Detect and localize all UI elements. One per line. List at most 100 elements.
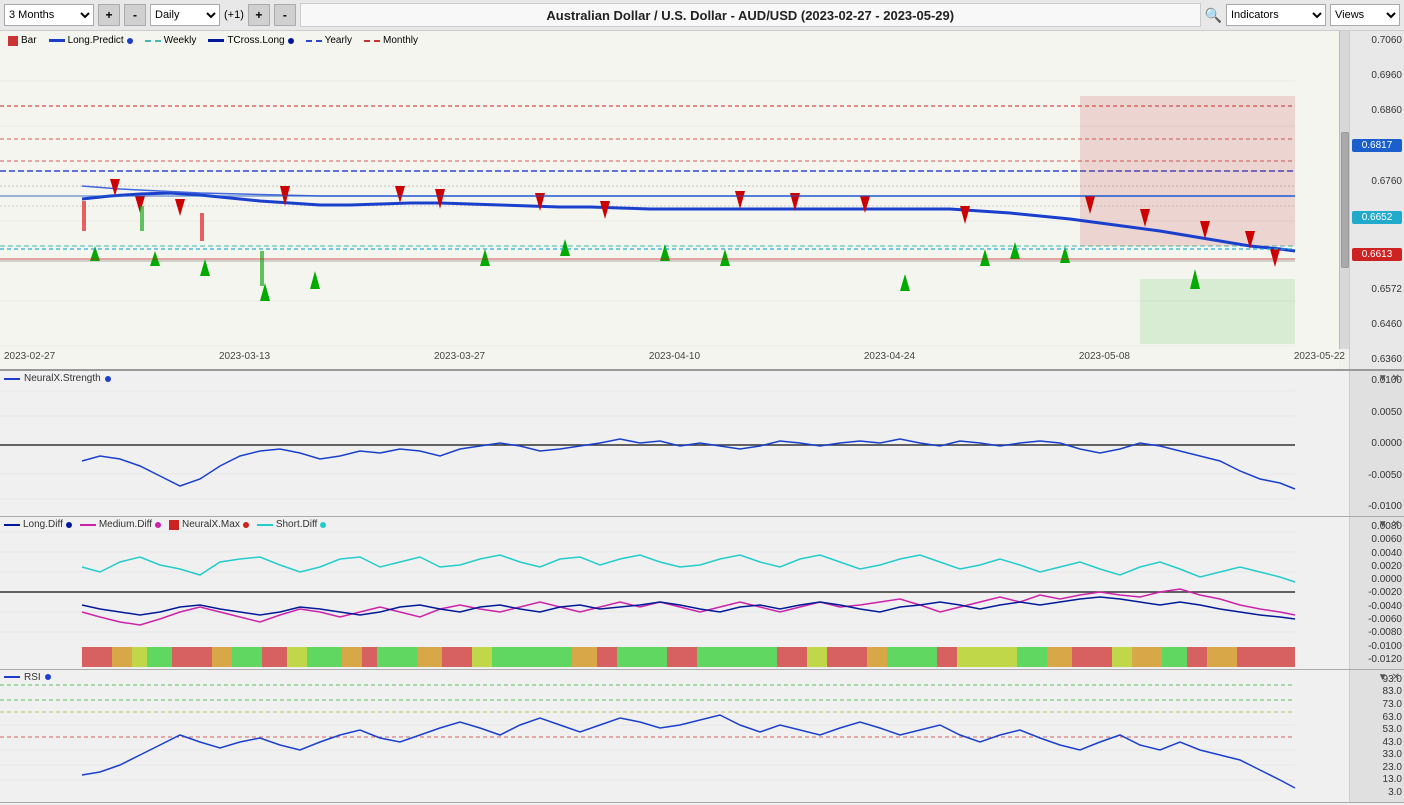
period-plus-btn[interactable]: + — [98, 4, 120, 26]
bar-icon — [8, 36, 18, 46]
price-chart-legend: Bar Long.Predict Weekly TCross.Long Year… — [4, 33, 422, 48]
y-label-6460: 0.6460 — [1352, 319, 1402, 330]
y-label-6652: 0.6652 — [1352, 211, 1402, 224]
rsi-controls: ▼ ✕ — [1378, 672, 1400, 683]
ry-43: 43.0 — [1352, 737, 1402, 748]
offset-minus-btn[interactable]: - — [274, 4, 296, 26]
indicators-select[interactable]: Indicators — [1226, 4, 1326, 26]
longpredict-line-icon — [49, 39, 65, 42]
shortdiff-dot — [320, 522, 326, 528]
legend-weekly: Weekly — [145, 35, 197, 46]
dy-0040: 0.0040 — [1352, 548, 1402, 559]
neuralxmax-label: NeuralX.Max — [182, 519, 240, 530]
shortdiff-line-icon — [257, 524, 273, 526]
offset-plus-btn[interactable]: + — [248, 4, 270, 26]
legend-monthly: Monthly — [364, 35, 418, 46]
ry-23: 23.0 — [1352, 762, 1402, 773]
ry-33: 33.0 — [1352, 749, 1402, 760]
mediumdiff-dot — [155, 522, 161, 528]
rsi-title-label: RSI — [24, 672, 41, 683]
y-label-7060: 0.7060 — [1352, 35, 1402, 46]
search-btn[interactable]: 🔍 — [1205, 7, 1222, 24]
legend-bar-label: Bar — [21, 35, 37, 46]
longdiff-label: Long.Diff — [23, 519, 63, 530]
interval-select[interactable]: Daily Weekly Monthly — [150, 4, 220, 26]
tcrosslong-dot — [288, 38, 294, 44]
diff-svg — [0, 517, 1349, 672]
dy-n0020: -0.0020 — [1352, 587, 1402, 598]
ny-0050: 0.0050 — [1352, 407, 1402, 418]
chart-title: Australian Dollar / U.S. Dollar - AUD/US… — [300, 3, 1201, 27]
ry-83: 83.0 — [1352, 686, 1402, 697]
period-select[interactable]: 3 Months 1 Month 6 Months 1 Year — [4, 4, 94, 26]
ry-73: 73.0 — [1352, 699, 1402, 710]
legend-longpredict-label: Long.Predict — [68, 35, 124, 46]
diff-close-btn[interactable]: ✕ — [1392, 519, 1400, 530]
neuralxmax-dot — [243, 522, 249, 528]
chart-area: Bar Long.Predict Weekly TCross.Long Year… — [0, 31, 1404, 803]
dy-n0080: -0.0080 — [1352, 627, 1402, 638]
diff-panel: Long.Diff Medium.Diff NeuralX.Max Short.… — [0, 517, 1404, 670]
x-label-0313: 2023-03-13 — [219, 351, 270, 367]
y-label-6360: 0.6360 — [1352, 354, 1402, 365]
x-label-0227: 2023-02-27 — [4, 351, 55, 367]
x-label-0327: 2023-03-27 — [434, 351, 485, 367]
ry-13: 13.0 — [1352, 774, 1402, 785]
rsi-close-btn[interactable]: ✕ — [1392, 672, 1400, 683]
ry-63: 63.0 — [1352, 712, 1402, 723]
diff-title: Long.Diff Medium.Diff NeuralX.Max Short.… — [4, 519, 326, 530]
price-chart-svg — [0, 31, 1349, 371]
legend-tcrosslong: TCross.Long — [208, 35, 293, 46]
rsi-y-axis: 93.0 83.0 73.0 63.0 53.0 43.0 33.0 23.0 … — [1349, 670, 1404, 802]
y-label-6760: 0.6760 — [1352, 176, 1402, 187]
plus1-label: (+1) — [224, 9, 244, 21]
dy-n0100: -0.0100 — [1352, 641, 1402, 652]
y-label-6860: 0.6860 — [1352, 105, 1402, 116]
neuralx-collapse-btn[interactable]: ▼ — [1378, 373, 1388, 384]
neuralx-y-axis: 0.0100 0.0050 0.0000 -0.0050 -0.0100 — [1349, 371, 1404, 516]
yearly-line-icon — [306, 40, 322, 42]
x-label-0522: 2023-05-22 — [1294, 351, 1345, 367]
ny-n0050: -0.0050 — [1352, 470, 1402, 481]
period-minus-btn[interactable]: - — [124, 4, 146, 26]
x-label-0410: 2023-04-10 — [649, 351, 700, 367]
legend-longdiff: Long.Diff — [4, 519, 72, 530]
ry-53: 53.0 — [1352, 724, 1402, 735]
price-chart: Bar Long.Predict Weekly TCross.Long Year… — [0, 31, 1404, 371]
legend-neuralxmax: NeuralX.Max — [169, 519, 249, 530]
dy-n0040: -0.0040 — [1352, 601, 1402, 612]
legend-longpredict: Long.Predict — [49, 35, 133, 46]
rsi-panel: RSI ▼ ✕ 93.0 83.0 73.0 63.0 53.0 43.0 — [0, 670, 1404, 803]
dy-0020: 0.0020 — [1352, 561, 1402, 572]
y-label-6613: 0.6613 — [1352, 248, 1402, 261]
ny-n0100: -0.0100 — [1352, 501, 1402, 512]
shortdiff-label: Short.Diff — [276, 519, 318, 530]
legend-tcrosslong-label: TCross.Long — [227, 35, 284, 46]
mediumdiff-label: Medium.Diff — [99, 519, 152, 530]
y-label-6572: 0.6572 — [1352, 284, 1402, 295]
tcrosslong-line-icon — [208, 39, 224, 42]
views-select[interactable]: Views — [1330, 4, 1400, 26]
scrollbar-thumb[interactable] — [1341, 132, 1349, 267]
neuralx-line-icon — [4, 378, 20, 380]
price-x-axis: 2023-02-27 2023-03-13 2023-03-27 2023-04… — [0, 349, 1349, 369]
legend-mediumdiff: Medium.Diff — [80, 519, 161, 530]
x-label-0424: 2023-04-24 — [864, 351, 915, 367]
price-y-axis: 0.7060 0.6960 0.6860 0.6817 0.6760 0.665… — [1349, 31, 1404, 369]
legend-bar: Bar — [8, 35, 37, 46]
rsi-dot — [45, 674, 51, 680]
diff-collapse-btn[interactable]: ▼ — [1378, 519, 1388, 530]
rsi-line-icon — [4, 676, 20, 678]
neuralx-svg — [0, 371, 1349, 519]
rsi-collapse-btn[interactable]: ▼ — [1378, 672, 1388, 683]
rsi-svg — [0, 670, 1349, 805]
diff-controls: ▼ ✕ — [1378, 519, 1400, 530]
neuralx-close-btn[interactable]: ✕ — [1392, 373, 1400, 384]
rsi-title: RSI — [4, 672, 51, 683]
y-label-6817: 0.6817 — [1352, 139, 1402, 152]
neuralx-title: NeuralX.Strength — [4, 373, 111, 384]
mediumdiff-line-icon — [80, 524, 96, 526]
neuralx-panel: NeuralX.Strength ▼ ✕ 0.0100 0.0050 0.000… — [0, 371, 1404, 517]
price-scrollbar[interactable] — [1339, 31, 1349, 369]
dy-0000: 0.0000 — [1352, 574, 1402, 585]
